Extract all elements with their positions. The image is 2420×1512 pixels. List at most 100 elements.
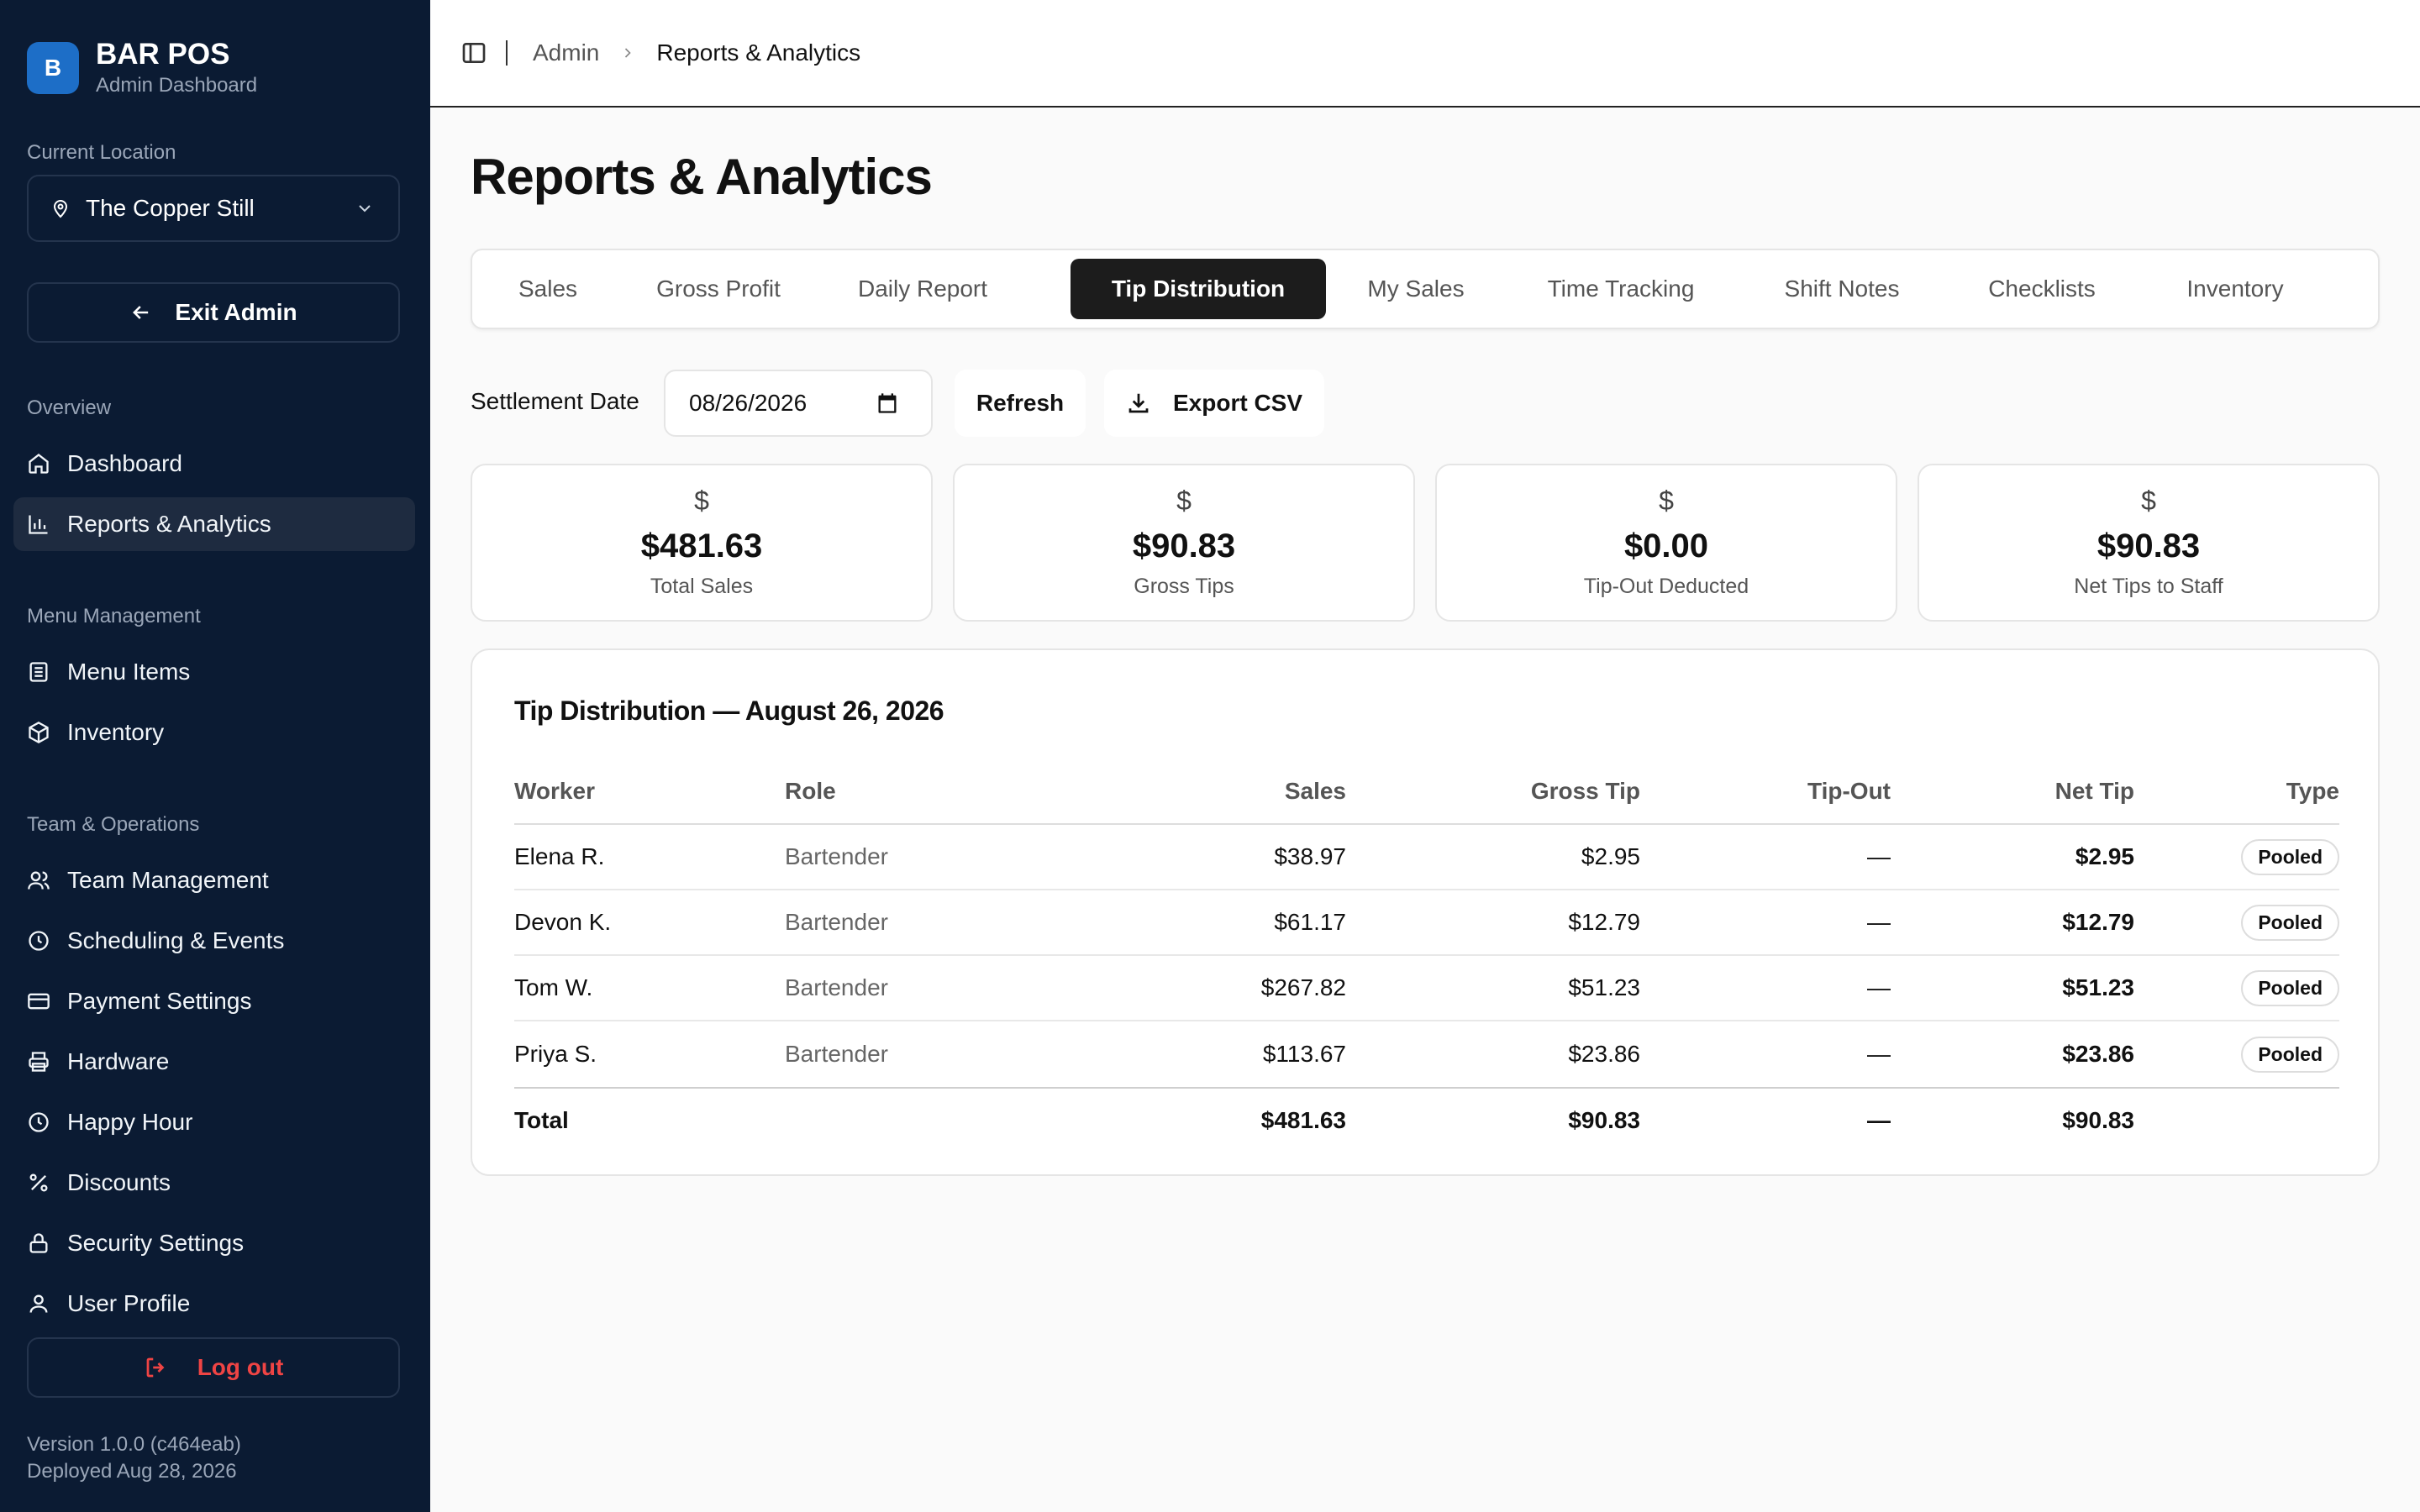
arrow-left-icon	[133, 306, 149, 319]
page-title: Reports & Analytics	[471, 149, 933, 205]
cell-role: Bartender	[785, 909, 888, 935]
export-csv-button[interactable]: Export CSV	[1104, 370, 1324, 437]
column-header-gross-tip[interactable]: Gross Tip	[1355, 759, 1640, 823]
cell-sales: $267.82	[1260, 974, 1346, 1000]
download-icon	[1128, 393, 1149, 413]
table-title: Tip Distribution — August 26, 2026	[514, 696, 944, 726]
sidebar-item-label: Scheduling & Events	[67, 927, 285, 953]
bar-chart-icon	[29, 515, 48, 534]
settlement-date-input[interactable]: 08/26/2026	[664, 370, 933, 437]
sidebar-item-label: Dashboard	[67, 450, 182, 476]
column-header-role[interactable]: Role	[785, 759, 1037, 823]
logout-button[interactable]: Log out	[27, 1337, 400, 1398]
logout-icon	[146, 1357, 165, 1378]
cell-type: Pooled	[2153, 825, 2339, 889]
sidebar-item-menu-items[interactable]: Menu Items	[13, 645, 415, 699]
cell-sales: $38.97	[1274, 843, 1346, 869]
stat-value: $481.63	[640, 528, 763, 564]
sidebar-item-label: Inventory	[67, 719, 165, 745]
sidebar-item-dashboard[interactable]: Dashboard	[13, 437, 415, 491]
sidebar-item-payment-settings[interactable]: Payment Settings	[13, 974, 415, 1028]
table-row: Tom W. Bartender $267.82 $51.23 — $51.23…	[514, 956, 2339, 1021]
tab-tip-distribution[interactable]: Tip Distribution	[1071, 259, 1326, 319]
stat-gross-tips: $ $90.83 Gross Tips	[953, 464, 1415, 622]
logout-label: Log out	[197, 1354, 284, 1380]
sidebar-item-reports[interactable]: Reports & Analytics	[13, 497, 415, 551]
tab-sales[interactable]: Sales	[489, 259, 607, 319]
column-header-type[interactable]: Type	[2153, 759, 2339, 823]
total-tip-out: —	[1867, 1107, 1891, 1133]
credit-card-icon	[28, 993, 50, 1010]
column-header-tip-out[interactable]: Tip-Out	[1691, 759, 1891, 823]
cell-gross-tip: $51.23	[1568, 974, 1640, 1000]
app-title: BAR POS	[96, 38, 230, 71]
dollar-icon: $	[1659, 486, 1674, 516]
cell-worker: Elena R.	[514, 843, 605, 869]
stat-total-sales: $ $481.63 Total Sales	[471, 464, 933, 622]
calendar-icon[interactable]	[876, 391, 899, 415]
total-net-tip: $90.83	[2062, 1107, 2134, 1133]
cell-gross-tip: $12.79	[1568, 909, 1640, 935]
tab-my-sales[interactable]: My Sales	[1343, 259, 1489, 319]
location-select[interactable]: The Copper Still	[27, 175, 400, 242]
cell-worker: Priya S.	[514, 1041, 597, 1067]
stat-tip-out-deducted: $ $0.00 Tip-Out Deducted	[1435, 464, 1897, 622]
cell-tip-out: —	[1867, 1041, 1891, 1067]
sidebar-item-scheduling[interactable]: Scheduling & Events	[13, 914, 415, 968]
stat-value: $90.83	[2096, 528, 2201, 564]
breadcrumb-current: Reports & Analytics	[656, 39, 861, 66]
stat-label: Gross Tips	[1134, 575, 1234, 598]
sidebar-toggle-icon[interactable]	[460, 39, 487, 66]
sidebar-item-happy-hour[interactable]: Happy Hour	[13, 1095, 415, 1149]
sidebar-item-label: User Profile	[67, 1290, 191, 1316]
sidebar-item-label: Team Management	[67, 867, 269, 893]
sidebar-item-label: Payment Settings	[67, 988, 252, 1014]
section-team-operations: Team & Operations	[27, 813, 200, 836]
tab-gross-profit[interactable]: Gross Profit	[629, 259, 808, 319]
section-menu-management: Menu Management	[27, 605, 201, 627]
sidebar-item-inventory[interactable]: Inventory	[13, 706, 415, 759]
breadcrumb-admin[interactable]: Admin	[533, 39, 599, 66]
cell-worker: Devon K.	[514, 909, 612, 935]
tab-time-tracking[interactable]: Time Tracking	[1514, 259, 1728, 319]
table-row: Elena R. Bartender $38.97 $2.95 — $2.95 …	[514, 825, 2339, 890]
stat-label: Net Tips to Staff	[2074, 575, 2223, 598]
dollar-icon: $	[1176, 486, 1192, 516]
column-header-sales[interactable]: Sales	[1102, 759, 1346, 823]
sidebar-item-user-profile[interactable]: User Profile	[13, 1277, 415, 1331]
tab-inventory[interactable]: Inventory	[2149, 259, 2321, 319]
table-row: Priya S. Bartender $113.67 $23.86 — $23.…	[514, 1021, 2339, 1087]
location-value: The Copper Still	[86, 195, 255, 221]
sidebar-item-label: Reports & Analytics	[67, 511, 271, 537]
export-csv-label: Export CSV	[1172, 390, 1303, 416]
home-icon	[29, 454, 49, 474]
cell-tip-out: —	[1867, 843, 1891, 869]
sidebar-item-security-settings[interactable]: Security Settings	[13, 1216, 415, 1270]
sidebar-item-discounts[interactable]: Discounts	[13, 1156, 415, 1210]
deployed-text: Deployed Aug 28, 2026	[27, 1460, 237, 1483]
cell-type: Pooled	[2153, 1021, 2339, 1087]
clock-icon	[29, 931, 49, 951]
column-header-net-tip[interactable]: Net Tip	[1943, 759, 2134, 823]
user-icon	[29, 1294, 48, 1313]
total-sales: $481.63	[1260, 1107, 1346, 1133]
sidebar-item-hardware[interactable]: Hardware	[13, 1035, 415, 1089]
settlement-date-value: 08/26/2026	[689, 390, 808, 416]
cell-net-tip: $12.79	[2062, 909, 2134, 935]
stat-value: $0.00	[1623, 528, 1709, 564]
type-badge: Pooled	[2241, 969, 2339, 1006]
total-gross-tip: $90.83	[1568, 1107, 1640, 1133]
cell-type: Pooled	[2153, 890, 2339, 954]
exit-admin-button[interactable]: Exit Admin	[27, 282, 400, 343]
top-bar: Admin Reports & Analytics	[430, 0, 2420, 108]
column-header-worker[interactable]: Worker	[514, 759, 766, 823]
sidebar-item-team-management[interactable]: Team Management	[13, 853, 415, 907]
cell-net-tip: $2.95	[2075, 843, 2134, 869]
tab-checklists[interactable]: Checklists	[1956, 259, 2128, 319]
dollar-icon: $	[2141, 486, 2156, 516]
tab-daily-report[interactable]: Daily Report	[834, 259, 1012, 319]
dollar-icon: $	[694, 486, 709, 516]
tab-shift-notes[interactable]: Shift Notes	[1749, 259, 1934, 319]
table-total-row: Total $481.63 $90.83 — $90.83	[514, 1087, 2339, 1152]
refresh-button[interactable]: Refresh	[955, 370, 1086, 437]
